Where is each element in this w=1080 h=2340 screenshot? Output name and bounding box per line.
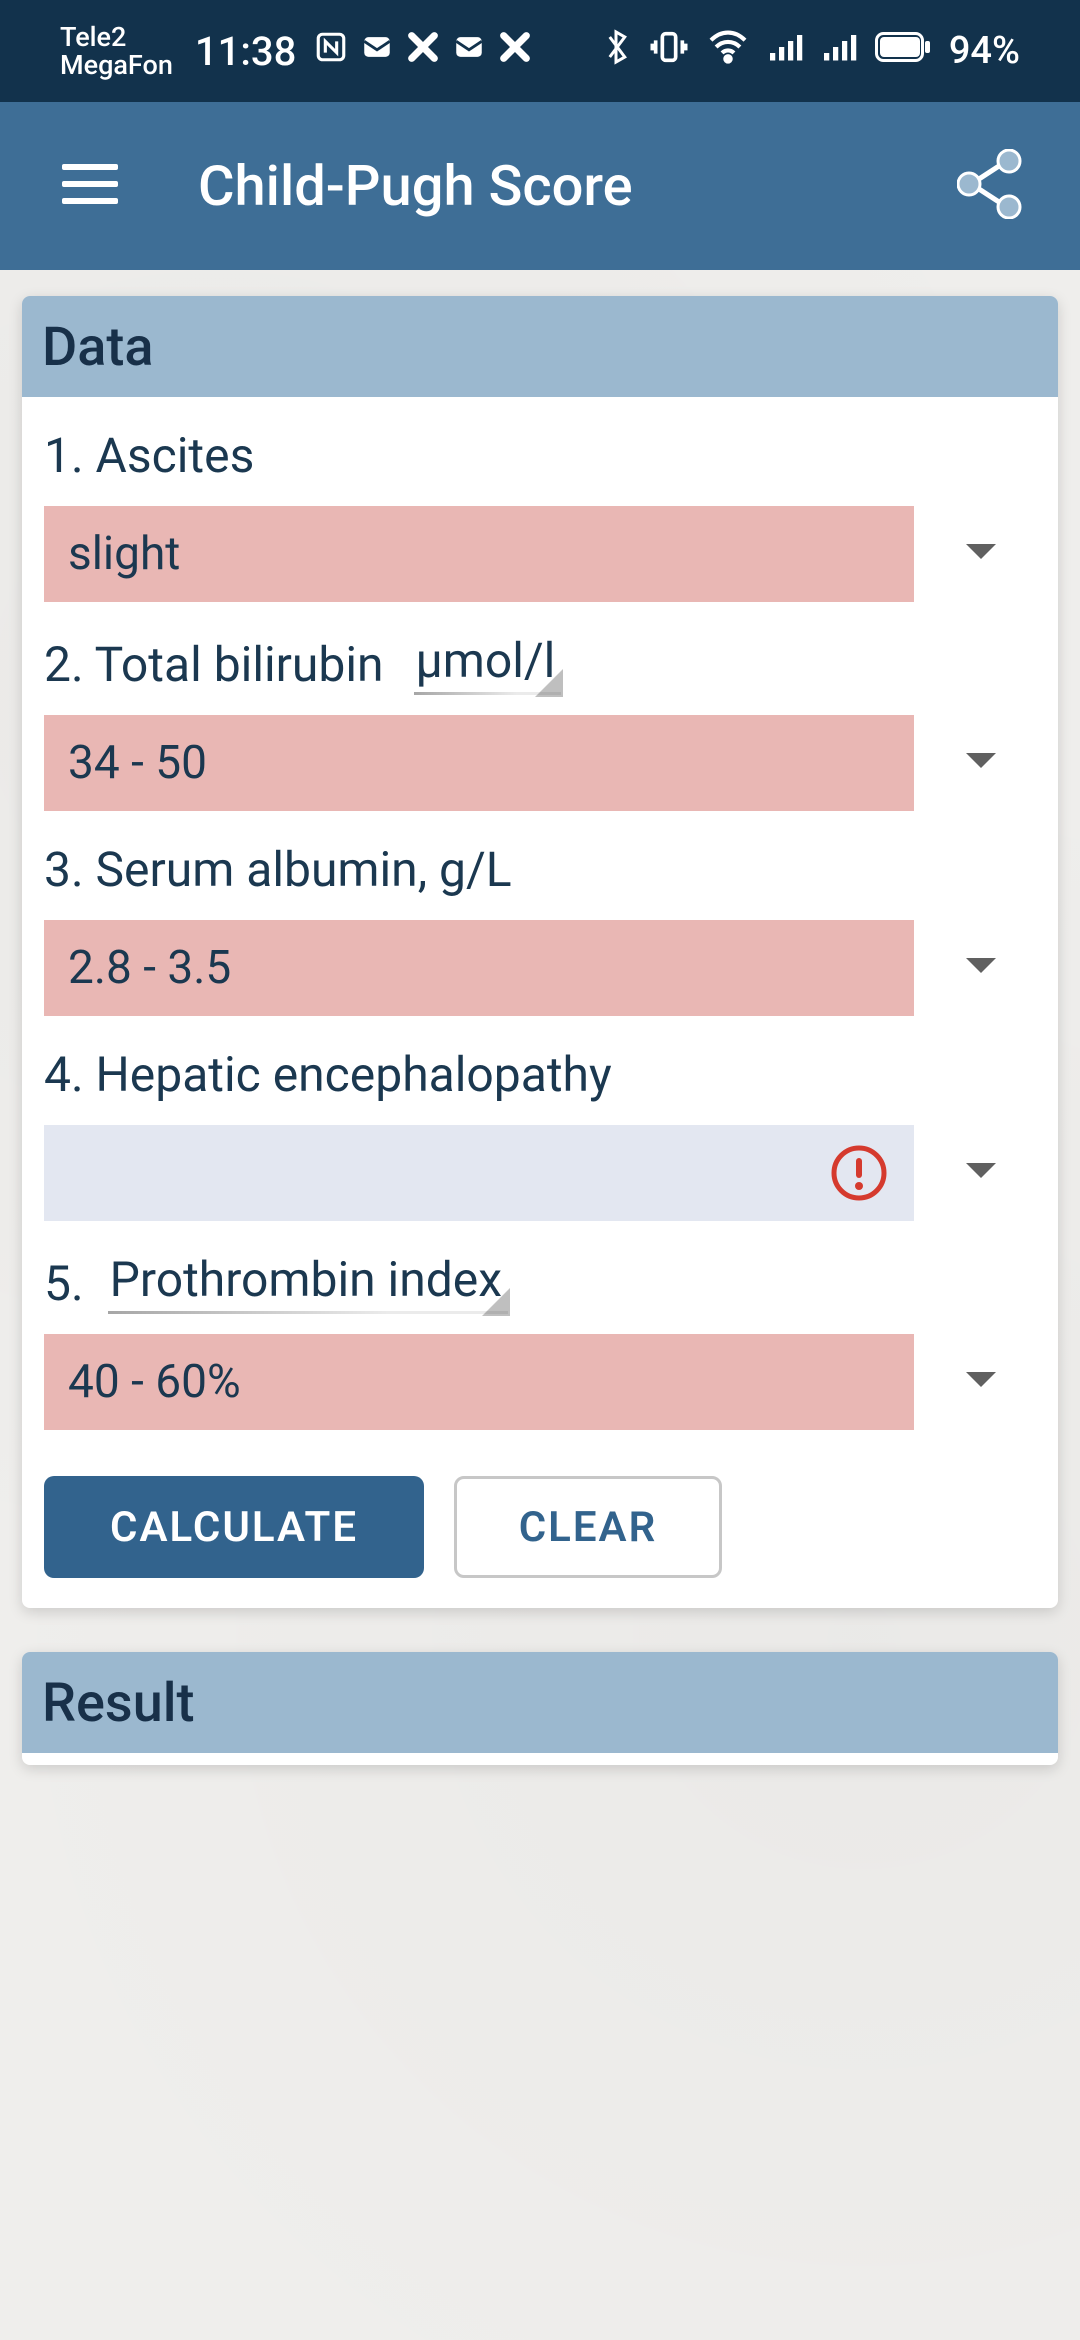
battery-icon [875,32,931,70]
chevron-down-icon [964,751,998,775]
mail-icon [452,30,486,72]
select-value: slight [68,527,180,581]
field-label: 4. Hepatic encephalopathy [44,1046,612,1103]
dropdown-arrow[interactable] [956,1148,1006,1198]
result-card-header: Result [22,1652,1058,1753]
albumin-select[interactable]: 2.8 - 3.5 [44,920,914,1016]
field-label: 2. Total bilirubin [44,636,384,693]
ascites-select[interactable]: slight [44,506,914,602]
hamburger-icon [62,162,118,210]
field-label: 5. [44,1255,84,1312]
select-value: 40 - 60% [68,1355,241,1409]
status-bar: Tele2 MegaFon 11:38 [0,0,1080,102]
field-bilirubin: 2. Total bilirubin μmol/l 34 - 50 [44,632,1036,811]
carrier-1: Tele2 [60,23,173,51]
data-card-header: Data [22,296,1058,397]
encephalopathy-select[interactable] [44,1125,914,1221]
unit-value: Prothrombin index [110,1251,502,1308]
bilirubin-select[interactable]: 34 - 50 [44,715,914,811]
field-albumin: 3. Serum albumin, g/L 2.8 - 3.5 [44,841,1036,1016]
result-card: Result [22,1652,1058,1765]
dropdown-arrow[interactable] [956,738,1006,788]
prothrombin-unit-select[interactable]: Prothrombin index [108,1251,508,1312]
carrier-2: MegaFon [60,51,173,79]
battery-percent: 94% [949,29,1020,73]
status-notif-icons [314,30,532,72]
prothrombin-select[interactable]: 40 - 60% [44,1334,914,1430]
status-time: 11:38 [195,28,296,75]
status-carriers: Tele2 MegaFon [60,23,173,80]
share-button[interactable] [940,136,1040,236]
select-value: 2.8 - 3.5 [68,941,231,995]
select-value: 34 - 50 [68,736,207,790]
signal-icon [767,32,803,70]
field-label: 1. Ascites [44,427,254,484]
status-bar-left: Tele2 MegaFon 11:38 [60,23,532,80]
dropdown-arrow[interactable] [956,529,1006,579]
status-bar-right: 94% [601,27,1020,75]
field-ascites: 1. Ascites slight [44,427,1036,602]
warning-icon [830,1144,888,1202]
vibrate-icon [649,27,689,75]
dropdown-arrow[interactable] [956,943,1006,993]
clear-button[interactable]: CLEAR [454,1476,722,1578]
spinner-corner-icon [535,669,563,697]
chevron-down-icon [964,1370,998,1394]
field-label: 3. Serum albumin, g/L [44,841,512,898]
wifi-icon [707,30,749,72]
app-bar: Child-Pugh Score [0,102,1080,270]
promo-icon [498,30,532,72]
nfc-icon [314,30,348,72]
mail-icon [360,30,394,72]
field-prothrombin: 5. Prothrombin index 40 - 60% [44,1251,1036,1430]
signal-icon [821,32,857,70]
chevron-down-icon [964,1161,998,1185]
content-area: Data 1. Ascites slight [0,270,1080,1835]
field-encephalopathy: 4. Hepatic encephalopathy [44,1046,1036,1221]
share-icon [957,149,1023,223]
chevron-down-icon [964,542,998,566]
spinner-corner-icon [482,1288,510,1316]
data-card-body: 1. Ascites slight 2. Total bilirubi [22,397,1058,1608]
calculate-button[interactable]: CALCULATE [44,1476,424,1578]
menu-button[interactable] [40,136,140,236]
dropdown-arrow[interactable] [956,1357,1006,1407]
promo-icon [406,30,440,72]
buttons-row: CALCULATE CLEAR [44,1476,1036,1578]
data-card: Data 1. Ascites slight [22,296,1058,1608]
bilirubin-unit-select[interactable]: μmol/l [414,632,562,693]
chevron-down-icon [964,956,998,980]
page-title: Child-Pugh Score [198,153,633,219]
bluetooth-icon [601,27,631,75]
